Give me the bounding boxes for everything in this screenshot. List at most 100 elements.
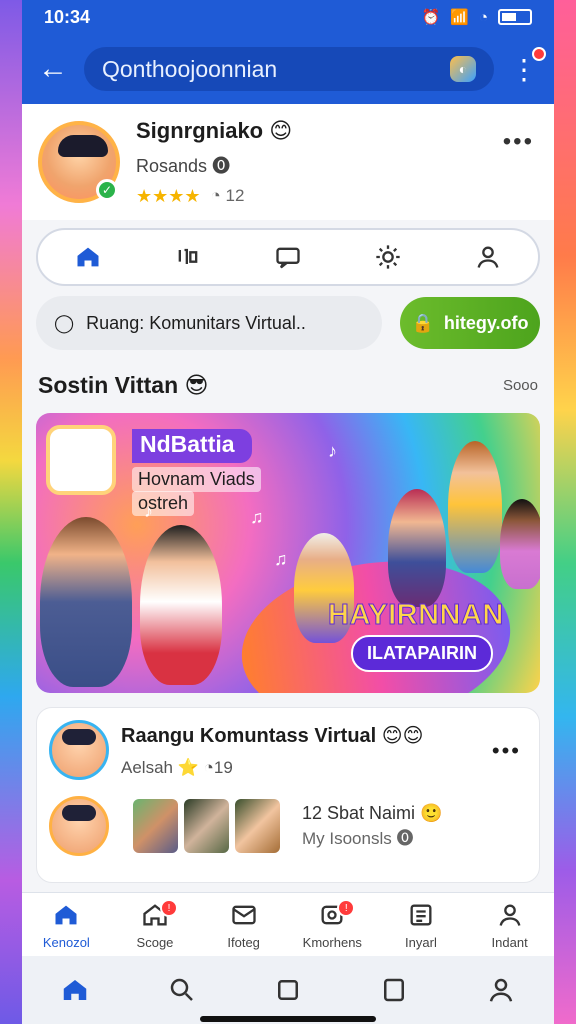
status-icons: ⏰ 📶 ◔ bbox=[422, 8, 532, 26]
signal-icon: 📶 bbox=[450, 9, 469, 26]
tab-label: Kmorhens bbox=[302, 935, 362, 950]
rating-stars: ★★★★ ◔ 12 bbox=[136, 185, 245, 206]
meta-icon: ◔ bbox=[203, 757, 214, 777]
card-header-text: Raangu Komuntass Virtual 😊😊 Aelsah ⭐ ◔19 bbox=[121, 723, 424, 778]
profile-icon[interactable] bbox=[471, 240, 505, 274]
profile-name: Signrgniako 😊 bbox=[136, 117, 293, 143]
card-avatar[interactable] bbox=[49, 720, 109, 780]
community-row: ◯ Ruang: Komunitars Virtual.. 🔒 hitegy.o… bbox=[22, 296, 554, 350]
search-bar[interactable]: Qonthoojoonnian ◐ bbox=[84, 47, 494, 91]
system-navigation-bar bbox=[22, 956, 554, 1024]
community-card: Raangu Komuntass Virtual 😊😊 Aelsah ⭐ ◔19… bbox=[36, 707, 540, 883]
music-note-icon: ♫ bbox=[274, 549, 288, 569]
app-bar: ← Qonthoojoonnian ◐ ⋮ bbox=[22, 34, 554, 104]
music-note-icon: ♪ bbox=[328, 441, 337, 461]
chat-icon[interactable] bbox=[271, 240, 305, 274]
top-navigation bbox=[36, 228, 540, 286]
square-icon[interactable] bbox=[273, 975, 303, 1005]
mail-heart-icon bbox=[231, 905, 256, 925]
tab-label: Kenozol bbox=[42, 935, 90, 950]
thumbnail-1 bbox=[133, 799, 178, 853]
home-icon[interactable] bbox=[60, 975, 90, 1005]
child-figure-2 bbox=[140, 525, 222, 685]
home-icon bbox=[55, 905, 77, 925]
banner-line-2: ostreh bbox=[132, 491, 195, 516]
app-logo-icon: ◐ bbox=[450, 56, 476, 82]
child-figure-6 bbox=[500, 499, 540, 589]
card-more-icon[interactable]: ••• bbox=[492, 738, 521, 764]
tab-heart[interactable]: Ifoteg bbox=[203, 901, 285, 950]
item-avatar bbox=[49, 796, 109, 856]
lock-icon: 🔒 bbox=[411, 312, 434, 333]
smile-icon: 🙂 bbox=[420, 803, 443, 823]
tab-home[interactable]: Kenozol bbox=[25, 901, 107, 950]
smile-emoji-icon: 😊 bbox=[269, 117, 293, 143]
profile-more-icon[interactable]: ••• bbox=[503, 128, 534, 156]
tab-list[interactable]: Inyarl bbox=[380, 901, 462, 950]
thumbnail-3 bbox=[235, 799, 280, 853]
verified-icon: ✓ bbox=[96, 179, 118, 201]
status-time: 10:34 bbox=[44, 6, 91, 27]
banner-logo-main: HAYIRNNAN bbox=[328, 599, 504, 632]
notification-badge: ! bbox=[337, 899, 356, 917]
battery-icon bbox=[498, 9, 532, 25]
profile-meta: ◔ 12 bbox=[210, 186, 245, 205]
tab-store[interactable]: ! Scoge bbox=[114, 899, 196, 950]
banner-line-1: Hovnam Viads bbox=[132, 467, 261, 492]
banner-avatar bbox=[46, 425, 116, 495]
profile-header: ✓ Signrgniako 😊 Rosands ⓿ ★★★★ ◔ 12 ••• bbox=[22, 104, 554, 220]
banner-title: NdBattia bbox=[132, 429, 252, 463]
home-icon[interactable] bbox=[71, 240, 105, 274]
child-figure-1 bbox=[40, 517, 132, 687]
list-icon bbox=[410, 904, 432, 926]
profile-subtitle: Rosands ⓿ bbox=[136, 155, 231, 176]
tab-label: Indant bbox=[491, 935, 528, 950]
bottom-tab-bar: Kenozol ! Scoge Ifoteg ! Kmorhens Inyarl… bbox=[22, 892, 554, 956]
more-menu-icon[interactable]: ⋮ bbox=[510, 46, 546, 86]
item-title: 12 Sbat Naimi 🙂 bbox=[302, 803, 443, 823]
person-icon[interactable] bbox=[486, 975, 516, 1005]
section-title: Sostin Vittan 😎 bbox=[38, 372, 209, 398]
left-background-band bbox=[0, 0, 22, 1024]
item-subtitle: My Isoonsls ⓿ bbox=[302, 829, 414, 848]
book-icon[interactable] bbox=[171, 240, 205, 274]
tab-community[interactable]: ! Kmorhens bbox=[291, 899, 373, 950]
back-arrow-icon[interactable]: ← bbox=[38, 54, 68, 84]
thumbnail-row bbox=[133, 799, 280, 853]
emoji-icons: 😊😊 bbox=[381, 724, 424, 747]
tab-profile[interactable]: Indant bbox=[469, 901, 551, 950]
copyright-icon: ⓿ bbox=[212, 155, 231, 176]
featured-banner[interactable]: NdBattia Hovnam Viads ostreh HAYIRNNAN I… bbox=[36, 413, 540, 693]
phone-screen: 10:34 ⏰ 📶 ◔ ← Qonthoojoonnian ◐ ⋮ ✓ Sign… bbox=[22, 0, 554, 1024]
right-background-band bbox=[554, 0, 576, 1024]
section-more-link[interactable]: Sooo bbox=[503, 377, 538, 394]
search-icon[interactable] bbox=[167, 975, 197, 1005]
card-title: Raangu Komuntass Virtual 😊😊 bbox=[121, 724, 424, 747]
settings-icon[interactable] bbox=[371, 240, 405, 274]
home-indicator bbox=[200, 1016, 376, 1022]
child-figure-5 bbox=[448, 441, 502, 573]
search-text: Qonthoojoonnian bbox=[102, 55, 278, 82]
music-note-icon: ♫ bbox=[250, 507, 264, 527]
notification-dot bbox=[532, 46, 546, 61]
status-bar: 10:34 ⏰ 📶 ◔ bbox=[22, 0, 554, 34]
search-icon: ◯ bbox=[54, 312, 75, 333]
tab-label: Ifoteg bbox=[227, 935, 260, 950]
card-item-row[interactable]: 12 Sbat Naimi 🙂 My Isoonsls ⓿ bbox=[49, 796, 527, 856]
profile-icon bbox=[499, 904, 521, 926]
section-header: Sostin Vittan 😎 Sooo bbox=[22, 350, 554, 413]
green-action-button[interactable]: 🔒 hitegy.ofo bbox=[400, 297, 540, 349]
community-selector[interactable]: ◯ Ruang: Komunitars Virtual.. bbox=[36, 296, 382, 350]
item-text: 12 Sbat Naimi 🙂 My Isoonsls ⓿ bbox=[302, 803, 443, 849]
tab-label: Inyarl bbox=[405, 935, 437, 950]
profile-avatar[interactable]: ✓ bbox=[38, 121, 120, 203]
community-label: Ruang: Komunitars Virtual.. bbox=[86, 312, 306, 333]
square-outline-icon[interactable] bbox=[379, 975, 409, 1005]
copyright-icon: ⓿ bbox=[396, 829, 414, 848]
sunglasses-emoji-icon: 😎 bbox=[184, 372, 209, 398]
child-figure-4 bbox=[388, 489, 446, 607]
star-icon: ⭐ bbox=[177, 757, 199, 777]
card-subtitle: Aelsah ⭐ ◔19 bbox=[121, 757, 233, 777]
thumbnail-2 bbox=[184, 799, 229, 853]
card-header: Raangu Komuntass Virtual 😊😊 Aelsah ⭐ ◔19 bbox=[49, 720, 527, 780]
